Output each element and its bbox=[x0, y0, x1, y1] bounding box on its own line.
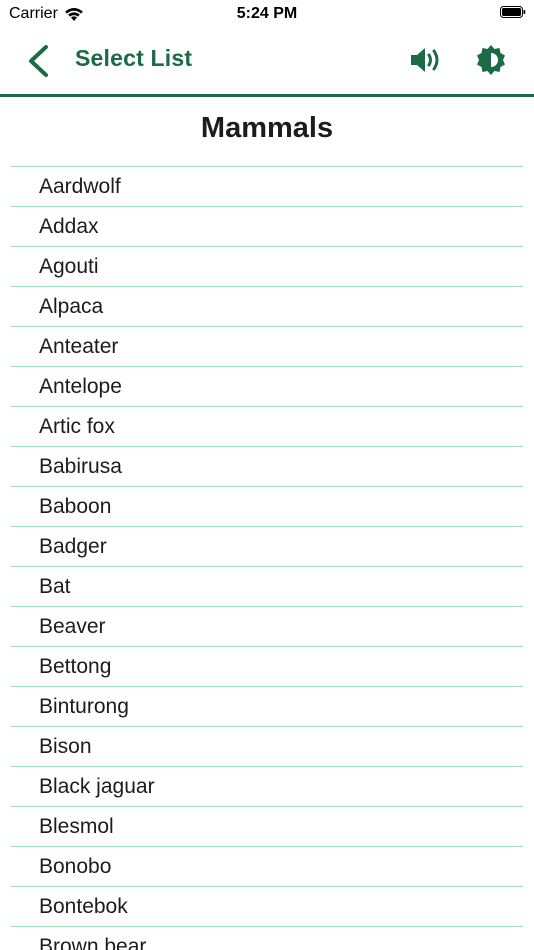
list-item[interactable]: Aardwolf bbox=[11, 167, 523, 207]
navigation-bar: Select List bbox=[0, 28, 534, 97]
screen: Carrier 5:24 PM Select List Mammals Aard… bbox=[0, 0, 534, 950]
mammal-list: Aardwolf Addax Agouti Alpaca Anteater An… bbox=[11, 166, 523, 950]
speaker-button[interactable] bbox=[406, 42, 446, 78]
list-header: Mammals bbox=[200, 112, 334, 144]
list-item[interactable]: Beaver bbox=[11, 607, 523, 647]
list-item[interactable]: Binturong bbox=[11, 687, 523, 727]
list-item[interactable]: Artic fox bbox=[11, 407, 523, 447]
battery-icon bbox=[500, 6, 526, 18]
chevron-left-icon bbox=[29, 45, 48, 77]
back-button[interactable] bbox=[20, 41, 56, 81]
list-item[interactable]: Brown bear bbox=[11, 927, 523, 950]
list-item[interactable]: Black jaguar bbox=[11, 767, 523, 807]
list-item[interactable]: Antelope bbox=[11, 367, 523, 407]
speaker-icon bbox=[411, 48, 439, 72]
list-item[interactable]: Bontebok bbox=[11, 887, 523, 927]
list-item[interactable]: Alpaca bbox=[11, 287, 523, 327]
list-item[interactable]: Bettong bbox=[11, 647, 523, 687]
theme-button[interactable] bbox=[472, 42, 510, 78]
list-item[interactable]: Baboon bbox=[11, 487, 523, 527]
status-bar: Carrier 5:24 PM bbox=[0, 0, 534, 28]
list-item[interactable]: Babirusa bbox=[11, 447, 523, 487]
theme-contrast-icon bbox=[477, 45, 505, 75]
status-time: 5:24 PM bbox=[236, 5, 298, 22]
list-item[interactable]: Anteater bbox=[11, 327, 523, 367]
list-item[interactable]: Agouti bbox=[11, 247, 523, 287]
list-item[interactable]: Bat bbox=[11, 567, 523, 607]
list-item[interactable]: Blesmol bbox=[11, 807, 523, 847]
list-item[interactable]: Badger bbox=[11, 527, 523, 567]
page-title: Select List bbox=[75, 45, 193, 71]
list-item[interactable]: Bonobo bbox=[11, 847, 523, 887]
list-item[interactable]: Bison bbox=[11, 727, 523, 767]
list-item[interactable]: Addax bbox=[11, 207, 523, 247]
